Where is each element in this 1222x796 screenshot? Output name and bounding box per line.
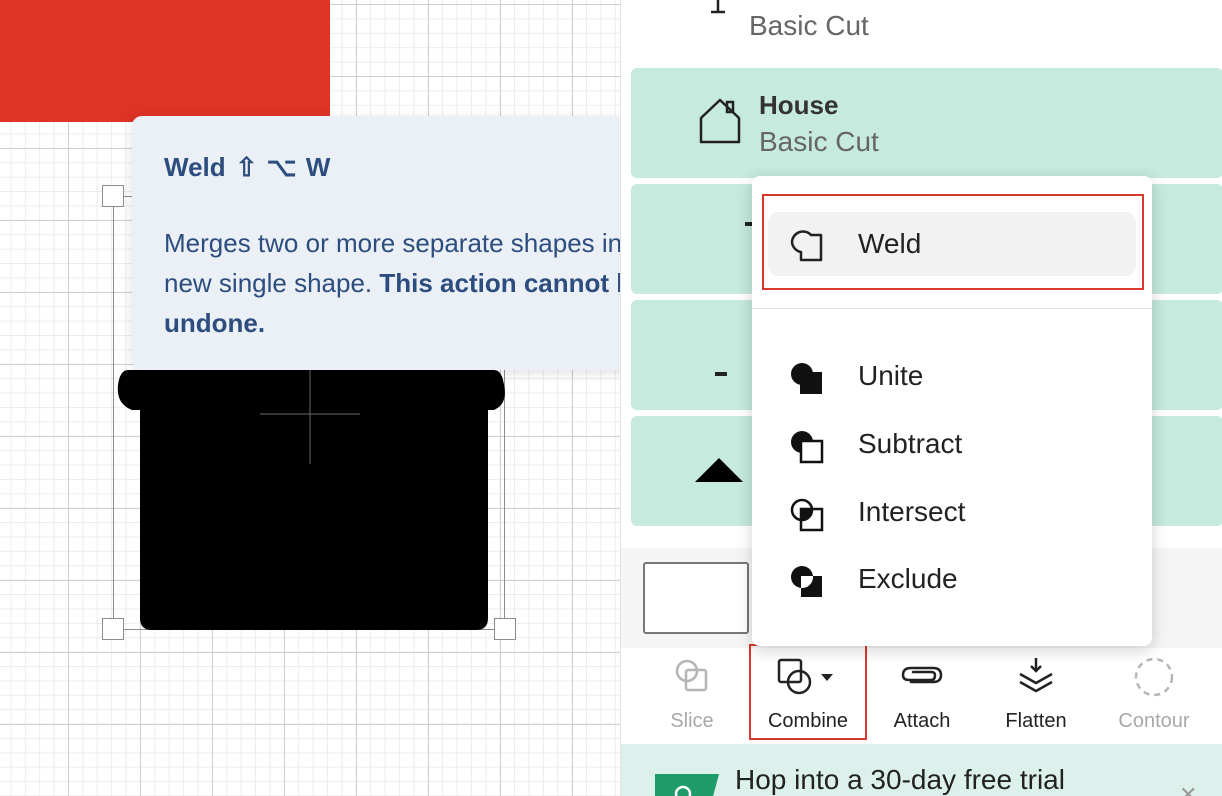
attach-icon: [901, 666, 943, 684]
triangle-icon: [695, 458, 743, 482]
attach-button[interactable]: Attach: [867, 648, 977, 744]
promo-text: Hop into a 30-day free trial: [735, 764, 1065, 795]
contour-icon: [1134, 657, 1174, 697]
combine-label: Combine: [767, 710, 849, 732]
black-house-shape[interactable]: [110, 340, 510, 640]
flatten-icon: [1019, 658, 1053, 693]
menu-item-unite[interactable]: Unite: [752, 348, 1152, 404]
intersect-icon: [790, 498, 824, 532]
layer-row-house[interactable]: House Basic Cut: [631, 68, 1222, 178]
menu-item-label: Intersect: [858, 496, 966, 527]
layer-subtitle: Basic Cut: [759, 126, 879, 157]
weld-icon: [790, 230, 823, 262]
close-icon[interactable]: ✕: [1179, 782, 1197, 796]
menu-item-label: Subtract: [858, 428, 963, 459]
combine-icon: [777, 658, 833, 695]
text-icon: [711, 0, 725, 14]
menu-item-intersect[interactable]: Intersect: [752, 484, 1152, 540]
promo-logo-icon: [655, 774, 719, 796]
bottom-toolbar: Slice Combine Attach Flatten Contour: [621, 644, 1222, 744]
layer-icon-fragment: [715, 372, 727, 376]
red-rectangle-shape[interactable]: [0, 0, 330, 122]
contour-label: Contour: [1118, 710, 1190, 732]
combine-dropdown-menu: Weld Unite Subtract Intersect Exclude: [752, 176, 1152, 646]
chevron-down-icon: [821, 674, 833, 681]
menu-item-exclude[interactable]: Exclude: [752, 551, 1152, 607]
flatten-button[interactable]: Flatten: [981, 648, 1091, 744]
menu-item-subtract[interactable]: Subtract: [752, 416, 1152, 472]
slice-icon: [675, 659, 708, 692]
layer-name: House: [759, 90, 839, 120]
layer-row-text[interactable]: Basic Cut: [621, 0, 1222, 62]
flatten-label: Flatten: [1005, 710, 1067, 732]
menu-item-weld[interactable]: Weld: [768, 212, 1136, 276]
layer-subtitle: Basic Cut: [749, 10, 869, 41]
slice-button[interactable]: Slice: [637, 648, 747, 744]
menu-item-label: Weld: [858, 228, 922, 259]
menu-item-label: Exclude: [858, 563, 958, 594]
attach-label: Attach: [893, 710, 951, 732]
unite-icon: [791, 363, 822, 394]
tooltip-title-text: Weld: [164, 152, 226, 182]
menu-separator: [752, 308, 1152, 309]
tooltip-shortcut: ⇧ ⌥ W: [235, 152, 332, 182]
slice-label: Slice: [670, 710, 714, 732]
house-icon: [699, 98, 741, 144]
subtract-icon: [791, 431, 824, 464]
free-trial-banner[interactable]: Hop into a 30-day free trial ✕: [621, 744, 1222, 796]
contour-button[interactable]: Contour: [1099, 648, 1209, 744]
combine-button[interactable]: Combine: [753, 648, 863, 744]
resize-handle-top-left[interactable]: [102, 185, 124, 207]
color-swatch[interactable]: [643, 562, 749, 634]
menu-item-label: Unite: [858, 360, 924, 391]
exclude-icon: [791, 566, 822, 597]
